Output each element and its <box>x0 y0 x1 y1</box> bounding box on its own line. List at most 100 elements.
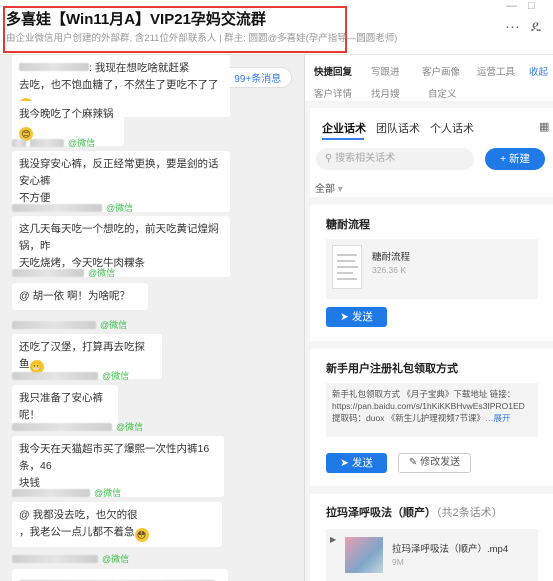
edit-and-send-button[interactable]: ✎ 修改发送 <box>398 453 471 473</box>
nav-quick-reply[interactable]: 快捷回复 <box>314 64 352 78</box>
expand-link[interactable]: …展开 <box>485 413 511 423</box>
tab-team-scripts[interactable]: 团队话术 <box>376 120 420 136</box>
message-sender: @微信 <box>12 137 95 148</box>
redacted-name <box>12 554 98 563</box>
chat-bubble[interactable] <box>12 569 228 581</box>
redacted-name <box>12 320 96 329</box>
filter-label: 全部 <box>315 184 335 195</box>
message-text: 我今晚吃了个麻辣锅 <box>19 108 114 120</box>
side-panel-nav: 快捷回复 写跟进 客户画像 运营工具 收起 客户详情 找月嫂 自定义 <box>305 55 553 101</box>
message-text: @ 胡一依 啊！为啥呢？ <box>19 290 130 302</box>
more-icon[interactable]: ··· <box>505 18 520 35</box>
video-attachment[interactable]: ▶ 拉玛泽呼吸法（顺产）.mp4 9M <box>326 529 538 581</box>
send-icon: ➤ <box>340 457 352 469</box>
collapse-button[interactable]: 收起 <box>529 64 548 78</box>
message-text: 去吃，也不饱血糖了，不然生了更吃不了了 <box>19 79 219 91</box>
script-count: （共2条话术） <box>436 507 503 519</box>
message-sender: @微信 <box>12 267 115 278</box>
wechat-tag: @微信 <box>102 371 130 381</box>
message-text: 我没穿安心裤，反正经常更换，要是刽的话安心裤 <box>19 158 219 187</box>
send-label: 发送 <box>351 311 373 323</box>
grid-view-icon[interactable]: ▦ <box>539 120 549 133</box>
avatar <box>12 138 26 147</box>
wechat-tag: @微信 <box>116 422 144 432</box>
message-text: 我只准备了安心裤呢！ <box>19 392 103 421</box>
message-sender: @微信 <box>12 370 129 381</box>
redacted-name <box>30 138 64 147</box>
play-icon[interactable]: ▶ <box>330 535 336 544</box>
file-size: 9M <box>392 557 404 567</box>
active-tab-indicator <box>322 138 364 140</box>
filter-dropdown[interactable]: 全部 ▾ <box>315 180 343 195</box>
tab-enterprise-scripts[interactable]: 企业话术 <box>322 120 366 136</box>
chat-bubble[interactable]: @ 我都没去吃，也欠的很 ，我老公一点儿都不着急 😳 <box>12 502 222 547</box>
nav-custom[interactable]: 自定义 <box>428 86 457 100</box>
wechat-tag: @微信 <box>102 554 130 564</box>
maximize-button[interactable]: □ <box>528 0 535 12</box>
message-sender: @微信 <box>12 553 129 564</box>
message-sender: @微信 <box>12 202 133 213</box>
script-text-line: https://pan.baidu.com/s/1hKiKKBHvwEs3IPR… <box>332 401 525 411</box>
redacted-name <box>12 371 98 380</box>
search-placeholder: 搜索相关话术 <box>335 153 396 164</box>
send-icon: ➤ <box>340 311 352 323</box>
search-input[interactable]: ⚲ 搜索相关话术 <box>316 148 474 170</box>
send-label: 发送 <box>351 457 373 469</box>
nav-customer-profile[interactable]: 客户画像 <box>422 64 460 78</box>
minimize-button[interactable]: — <box>506 0 517 12</box>
chat-bubble[interactable]: @ 胡一依 啊！为啥呢？ <box>12 283 148 310</box>
search-icon: ⚲ <box>325 153 336 164</box>
redacted-name <box>12 203 102 212</box>
wechat-tag: @微信 <box>106 203 134 213</box>
contact-icon[interactable]: ዴ <box>531 18 541 35</box>
file-size: 326.36 K <box>372 265 407 275</box>
redacted-name <box>12 422 112 431</box>
edit-send-label: 修改发送 <box>420 457 461 468</box>
wechat-tag: @微信 <box>88 268 116 278</box>
message-sender: @微信 <box>12 421 143 432</box>
send-button[interactable]: ➤ 发送 <box>326 307 387 327</box>
group-subtitle: 由企业微信用户创建的外部群, 含211位外部联系人 | 群主: 圆圆@多喜娃(孕… <box>6 33 398 44</box>
send-button[interactable]: ➤ 发送 <box>326 453 387 473</box>
message-sender: @微信 <box>12 487 121 498</box>
script-text-line: 新手礼包领取方式 《月子宝典》下载地址 链接： <box>332 389 516 399</box>
wechat-tag: @微信 <box>94 488 122 498</box>
section-separator <box>310 197 553 205</box>
side-panel: 快捷回复 写跟进 客户画像 运营工具 收起 客户详情 找月嫂 自定义 企业话术 … <box>305 55 553 581</box>
script-title-text: 拉玛泽呼吸法（顺产） <box>326 507 436 519</box>
section-separator <box>310 341 553 349</box>
section-separator <box>310 486 553 494</box>
nav-ops-tools[interactable]: 运营工具 <box>477 64 515 78</box>
message-text: 这几天每天吃一个想吃的，前天吃黄记煌焖锅，昨 <box>19 223 219 252</box>
message-sender: @微信 <box>12 319 127 330</box>
message-text: : 我现在想吃啥就赶紧 <box>89 62 190 74</box>
file-name: 糖耐流程 <box>372 252 411 263</box>
nav-find-nanny[interactable]: 找月嫂 <box>371 86 400 100</box>
message-text: ，我老公一点儿都不着急 <box>19 526 135 538</box>
chat-message-area[interactable]: ≈ 99+条消息 : 我现在想吃啥就赶紧 去吃，也不饱血糖了，不然生了更吃不了了… <box>0 55 304 581</box>
redacted-name <box>19 63 89 71</box>
new-messages-label: 99+条消息 <box>234 74 282 85</box>
wechat-tag: @微信 <box>68 138 96 148</box>
new-script-button[interactable]: + 新建 <box>485 148 545 170</box>
emoji-icon: 😳 <box>134 528 149 542</box>
file-attachment[interactable]: 糖耐流程 326.36 K <box>326 239 538 299</box>
nav-customer-details[interactable]: 客户详情 <box>314 86 352 100</box>
tab-personal-scripts[interactable]: 个人话术 <box>430 120 474 136</box>
redacted-name <box>12 268 84 277</box>
script-text-line: 提取码：duox 《新生儿护理视频7节课》 <box>332 413 486 423</box>
message-text: 我今天在天猫超市买了爆熙一次性内裤16条，46 <box>19 443 210 472</box>
document-thumbnail-icon <box>332 245 362 289</box>
script-text-preview[interactable]: 新手礼包领取方式 《月子宝典》下载地址 链接： https://pan.baid… <box>326 383 538 437</box>
group-title: 多喜娃【Win11月A】VIP21孕妈交流群 <box>6 11 266 28</box>
caret-down-icon: ▾ <box>337 184 343 195</box>
script-title: 拉玛泽呼吸法（顺产）（共2条话术） <box>326 504 503 520</box>
file-name: 拉玛泽呼吸法（顺产）.mp4 <box>392 544 509 555</box>
nav-write-followup[interactable]: 写跟进 <box>371 64 400 78</box>
script-title: 糖耐流程 <box>326 219 370 231</box>
message-text: @ 我都没去吃，也欠的很 <box>19 509 138 521</box>
video-thumbnail <box>345 537 383 573</box>
script-library: 企业话术 团队话术 个人话术 ▦ ⚲ 搜索相关话术 + 新建 全部 ▾ 糖耐流程… <box>310 108 553 581</box>
script-title: 新手用户注册礼包领取方式 <box>326 363 458 375</box>
edit-icon: ✎ <box>408 457 421 468</box>
